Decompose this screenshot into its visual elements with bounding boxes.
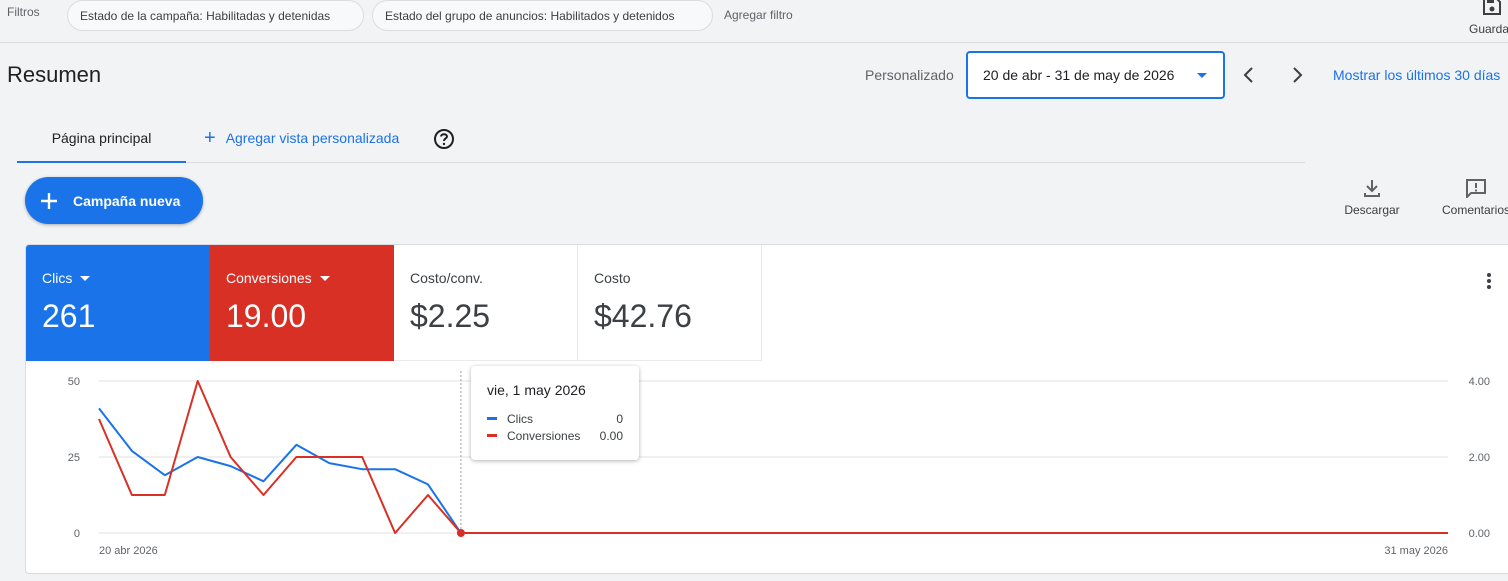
highlight-point — [456, 529, 465, 537]
view-tabs: Página principal + Agregar vista persona… — [17, 114, 1305, 163]
tooltip-row-clicks: Clics 0 — [487, 410, 623, 427]
left-axis-tick-label: 0 — [74, 528, 80, 540]
tooltip-series-name: Conversiones — [507, 428, 581, 443]
performance-card: Clics 261 Conversiones 19.00 Costo/conv.… — [25, 244, 1508, 574]
download-label: Descargar — [1344, 203, 1400, 217]
download-icon — [1364, 180, 1380, 197]
new-campaign-button[interactable]: Campaña nueva — [25, 177, 203, 224]
add-filter-button[interactable]: Agregar filtro — [724, 8, 793, 22]
date-range-select[interactable]: 20 de abr - 31 de may de 2026 — [966, 51, 1225, 99]
filter-chip-adgroup-status[interactable]: Estado del grupo de anuncios: Habilitado… — [372, 0, 713, 31]
right-axis-tick-label: 4.00 — [1469, 376, 1490, 388]
filters-bar: Filtros Estado de la campaña: Habilitada… — [0, 0, 1508, 43]
tooltip-date: vie, 1 may 2026 — [487, 382, 586, 398]
download-button[interactable]: Descargar — [1337, 178, 1407, 217]
date-range-type-label: Personalizado — [865, 67, 954, 83]
page-title: Resumen — [7, 62, 102, 87]
help-icon[interactable] — [433, 128, 455, 150]
left-axis-tick-label: 50 — [68, 376, 80, 388]
save-icon[interactable] — [1481, 0, 1501, 16]
series-swatch — [487, 417, 497, 420]
chart-tooltip: vie, 1 may 2026 Clics 0 Conversiones 0.0… — [471, 366, 639, 460]
chevron-left-icon[interactable] — [1237, 63, 1261, 87]
series-swatch — [487, 434, 497, 437]
right-axis-tick-label: 2.00 — [1469, 452, 1490, 464]
add-custom-view-label: Agregar vista personalizada — [225, 130, 400, 146]
filters-label: Filtros — [7, 5, 40, 19]
tab-main-page[interactable]: Página principal — [17, 114, 186, 163]
caret-down-icon — [1197, 73, 1207, 78]
tooltip-series-value: 0.00 — [599, 428, 623, 443]
x-axis-start-label: 20 abr 2026 — [99, 545, 158, 557]
comments-label: Comentarios — [1441, 203, 1508, 217]
x-axis-end-label: 31 may 2026 — [1384, 545, 1448, 557]
tooltip-series-name: Clics — [507, 411, 533, 426]
add-custom-view-button[interactable]: + Agregar vista personalizada — [204, 127, 400, 149]
plus-icon: + — [204, 127, 216, 149]
performance-chart[interactable]: 50 4.00 25 2.00 0 0.00 20 abr 2026 31 may 2026 — [26, 245, 1508, 574]
new-campaign-label: Campaña nueva — [73, 192, 181, 209]
filter-chip-campaign-status[interactable]: Estado de la campaña: Habilitadas y dete… — [67, 0, 364, 31]
chevron-right-icon[interactable] — [1285, 63, 1309, 87]
show-last-30-days-link[interactable]: Mostrar los últimos 30 días — [1333, 67, 1500, 83]
tooltip-series-value: 0 — [616, 411, 623, 426]
feedback-icon — [1466, 179, 1486, 198]
plus-icon — [41, 192, 57, 209]
comments-button[interactable]: Comentarios — [1436, 178, 1508, 217]
tooltip-row-conversions: Conversiones 0.00 — [487, 427, 623, 444]
series-line-clicks — [98, 407, 1448, 534]
right-axis-tick-label: 0.00 — [1469, 528, 1490, 540]
save-label[interactable]: Guardar — [1469, 22, 1508, 36]
date-range-value: 20 de abr - 31 de may de 2026 — [983, 67, 1175, 83]
left-axis-tick-label: 25 — [68, 452, 80, 464]
